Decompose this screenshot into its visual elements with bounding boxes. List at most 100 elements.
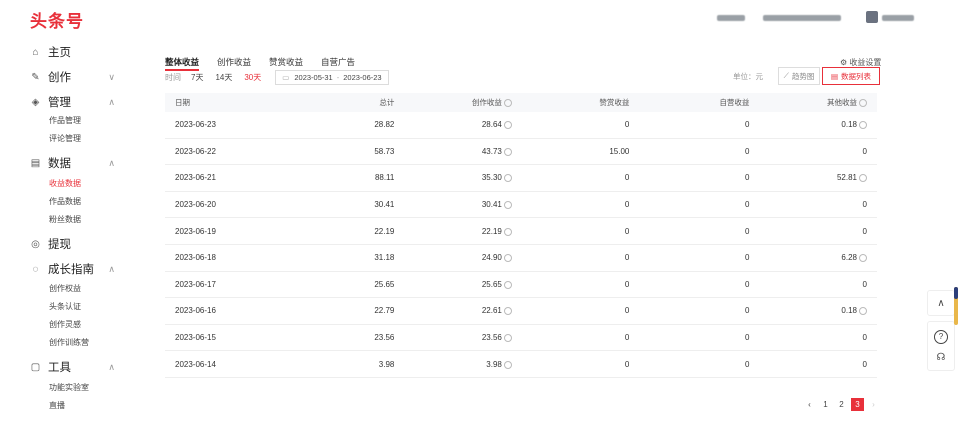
cell-date: 2023-06-18: [165, 244, 292, 272]
info-icon[interactable]: [503, 200, 512, 209]
sidebar-sub-fans[interactable]: 粉丝数据: [49, 214, 81, 225]
info-icon[interactable]: [503, 254, 512, 263]
sidebar-item-home[interactable]: ⌂ 主页: [30, 43, 115, 61]
range-14d[interactable]: 14天: [215, 72, 232, 83]
sidebar-sub-comments[interactable]: 评论管理: [49, 133, 81, 144]
pen-icon: ✎: [31, 71, 40, 83]
main-content: 整体收益 创作收益 赞赏收益 自营广告 ⚙ 收益设置 时间 7天 14天 30天…: [130, 36, 926, 436]
col-other-label: 其他收益: [827, 98, 857, 107]
info-icon[interactable]: [503, 307, 512, 316]
sidebar-sub-rights[interactable]: 创作权益: [49, 283, 81, 294]
sidebar-sub-verify[interactable]: 头条认证: [49, 301, 81, 312]
range-30d[interactable]: 30天: [244, 72, 261, 83]
logo[interactable]: 头条号: [30, 7, 84, 32]
cell-date: 2023-06-19: [165, 217, 292, 245]
cell-other-value: 52.81: [836, 173, 857, 183]
tab-reward[interactable]: 赞赏收益: [269, 56, 303, 71]
toolbox-icon: ▢: [30, 361, 41, 373]
sidebar-sub-works[interactable]: 作品管理: [49, 115, 81, 126]
page-1[interactable]: 1: [819, 398, 832, 411]
cell-total-value: 3.98: [378, 359, 395, 369]
chevron-up-icon: ∧: [108, 96, 115, 107]
question-icon[interactable]: [503, 99, 512, 108]
next-page-button[interactable]: ›: [867, 398, 880, 411]
sidebar-sub-inspiration[interactable]: 创作灵感: [49, 319, 81, 330]
cell-self: 0: [639, 324, 760, 352]
info-icon[interactable]: [503, 121, 512, 130]
redacted-username[interactable]: [882, 15, 914, 21]
sidebar-item-label: 提现: [48, 239, 71, 251]
cell-creation-value: 24.90: [481, 253, 502, 263]
cell-reward-value: 0: [624, 120, 630, 130]
info-icon[interactable]: [503, 360, 512, 369]
info-icon[interactable]: [859, 307, 867, 316]
cell-other-value: 0.18: [841, 306, 857, 316]
date-range-row: 时间 7天 14天 30天 ▭ 2023-05-31 - 2023-06-23: [165, 70, 389, 85]
cell-creation-value: 30.41: [481, 200, 502, 210]
info-icon[interactable]: [503, 333, 512, 342]
sidebar-sub-lab[interactable]: 功能实验室: [49, 382, 89, 393]
date-range-picker[interactable]: ▭ 2023-05-31 - 2023-06-23: [275, 70, 389, 85]
chevron-up-icon: ∧: [108, 263, 115, 274]
tab-overall[interactable]: 整体收益: [165, 56, 200, 71]
headset-icon[interactable]: ☊: [937, 352, 946, 363]
calendar-icon: ▭: [282, 73, 290, 82]
sidebar-item-manage[interactable]: ◈ 管理 ∧: [30, 93, 115, 111]
table-row: 2023-06-23 28.82 28.64 0 0 0.18: [165, 112, 877, 139]
sidebar-sub-camp[interactable]: 创作训练营: [49, 337, 89, 348]
cell-date: 2023-06-14: [165, 350, 292, 378]
info-icon[interactable]: [503, 227, 512, 236]
sidebar-item-withdraw[interactable]: ◎ 提现: [30, 235, 115, 253]
sidebar-item-tools[interactable]: ▢ 工具 ∧: [30, 358, 115, 376]
info-icon[interactable]: [503, 280, 512, 289]
sidebar-item-growth[interactable]: ◌ 成长指南 ∧: [30, 260, 115, 278]
back-to-top-button[interactable]: ∧: [927, 290, 955, 316]
tab-ads[interactable]: 自营广告: [321, 56, 355, 71]
page-3[interactable]: 3: [851, 398, 864, 411]
col-creation-label: 创作收益: [471, 98, 502, 107]
cell-creation-value: 43.73: [481, 146, 502, 156]
cell-other: 0: [759, 191, 877, 219]
sidebar-sub-live[interactable]: 直播: [49, 400, 65, 411]
info-icon[interactable]: [503, 147, 512, 156]
range-7d[interactable]: 7天: [191, 72, 203, 83]
cell-creation: 43.73: [404, 138, 522, 166]
sidebar-item-data[interactable]: ▤ 数据 ∧: [30, 154, 115, 172]
table-row: 2023-06-19 22.19 22.19 0 0 0: [165, 217, 877, 245]
info-icon[interactable]: [503, 174, 512, 183]
col-other: 其他收益: [759, 93, 877, 112]
help-icon[interactable]: ?: [934, 329, 948, 344]
info-icon[interactable]: [859, 254, 867, 263]
info-icon[interactable]: [859, 121, 867, 130]
question-icon[interactable]: [859, 99, 867, 108]
info-icon[interactable]: [859, 174, 867, 183]
cell-total-value: 88.11: [374, 173, 395, 183]
trend-chart-button[interactable]: ⟋ 趋势图: [778, 67, 820, 85]
cell-reward: 0: [521, 324, 640, 352]
sidebar-sub-work-data[interactable]: 作品数据: [49, 196, 81, 207]
col-creation: 创作收益: [404, 93, 522, 112]
cell-other: 0: [759, 138, 877, 166]
cell-other-value: 0: [862, 200, 867, 210]
help-panel: ? ☊: [927, 321, 955, 371]
cell-total: 22.19: [291, 217, 405, 245]
table-row: 2023-06-17 25.65 25.65 0 0 0: [165, 271, 877, 299]
data-list-button[interactable]: ▤ 数据列表: [822, 67, 880, 85]
cell-self-value: 0: [744, 253, 750, 263]
sidebar-sub-income[interactable]: 收益数据: [49, 178, 81, 189]
cell-self-value: 0: [744, 226, 750, 236]
cell-date-value: 2023-06-18: [175, 253, 216, 263]
cell-reward: 0: [521, 112, 640, 139]
cell-creation-value: 35.30: [481, 173, 502, 183]
sidebar-item-create[interactable]: ✎ 创作 ∨: [30, 68, 115, 86]
cell-other-value: 0: [862, 146, 867, 156]
prev-page-button[interactable]: ‹: [803, 398, 816, 411]
page-2[interactable]: 2: [835, 398, 848, 411]
cell-date-value: 2023-06-21: [175, 173, 216, 183]
avatar[interactable]: [866, 11, 878, 23]
cell-total: 22.79: [291, 297, 405, 325]
cell-other-value: 0.18: [841, 120, 857, 130]
chart-icon: ▤: [30, 157, 41, 169]
tab-creation[interactable]: 创作收益: [217, 56, 251, 71]
cell-self: 0: [639, 350, 760, 378]
